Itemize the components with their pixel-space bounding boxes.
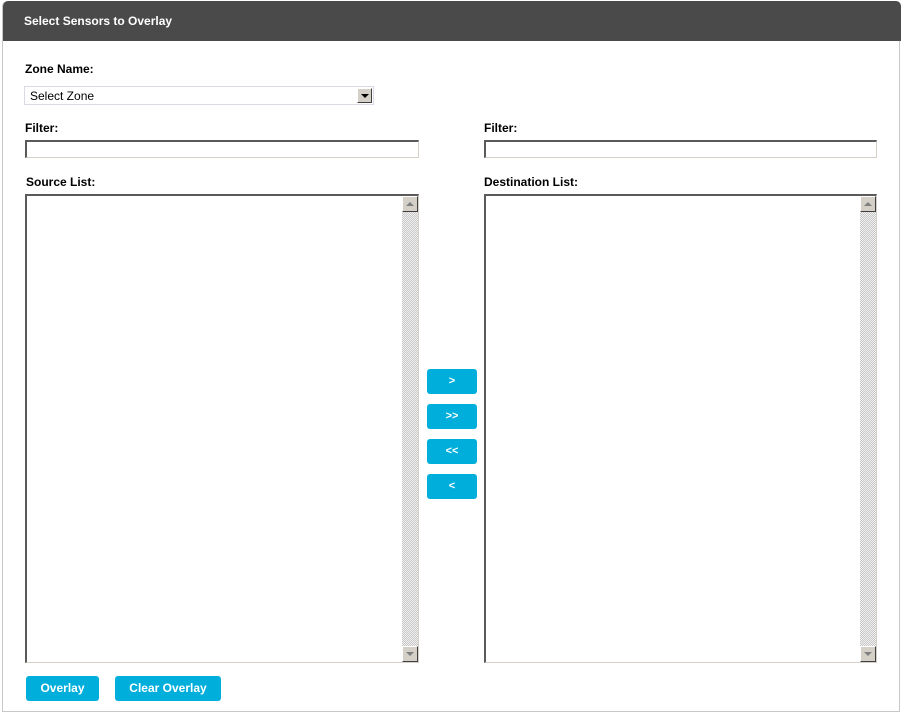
source-scroll-up-button[interactable] (402, 196, 418, 212)
arrow-down-icon (864, 652, 872, 656)
overlay-button[interactable]: Overlay (26, 676, 99, 701)
destination-filter-input[interactable] (484, 140, 877, 158)
zone-select[interactable]: Select Zone (24, 86, 374, 105)
destination-scroll-up-button[interactable] (860, 196, 876, 212)
destination-filter-label: Filter: (484, 121, 518, 135)
zone-name-label: Zone Name: (25, 62, 94, 76)
move-selected-right-button[interactable]: > (427, 369, 477, 394)
move-all-right-button[interactable]: >> (427, 404, 477, 429)
source-filter-label: Filter: (25, 121, 59, 135)
source-list-scrollbar[interactable] (402, 196, 418, 662)
source-scroll-down-button[interactable] (402, 646, 418, 662)
chevron-down-icon (361, 94, 369, 98)
destination-list-label: Destination List: (484, 175, 579, 189)
source-filter-input[interactable] (25, 140, 419, 158)
source-list-label: Source List: (26, 175, 96, 189)
move-selected-left-button[interactable]: < (427, 474, 477, 499)
clear-overlay-button[interactable]: Clear Overlay (115, 676, 221, 701)
source-list[interactable] (25, 194, 419, 663)
dialog-title: Select Sensors to Overlay (24, 14, 173, 28)
arrow-up-icon (406, 202, 414, 206)
zone-select-value: Select Zone (30, 89, 95, 103)
destination-list[interactable] (484, 194, 877, 663)
dialog-header: Select Sensors to Overlay (3, 1, 901, 41)
arrow-down-icon (406, 652, 414, 656)
zone-select-dropdown-button[interactable] (357, 88, 372, 103)
destination-scroll-down-button[interactable] (860, 646, 876, 662)
move-all-left-button[interactable]: << (427, 439, 477, 464)
arrow-up-icon (864, 202, 872, 206)
destination-list-scrollbar[interactable] (860, 196, 876, 662)
